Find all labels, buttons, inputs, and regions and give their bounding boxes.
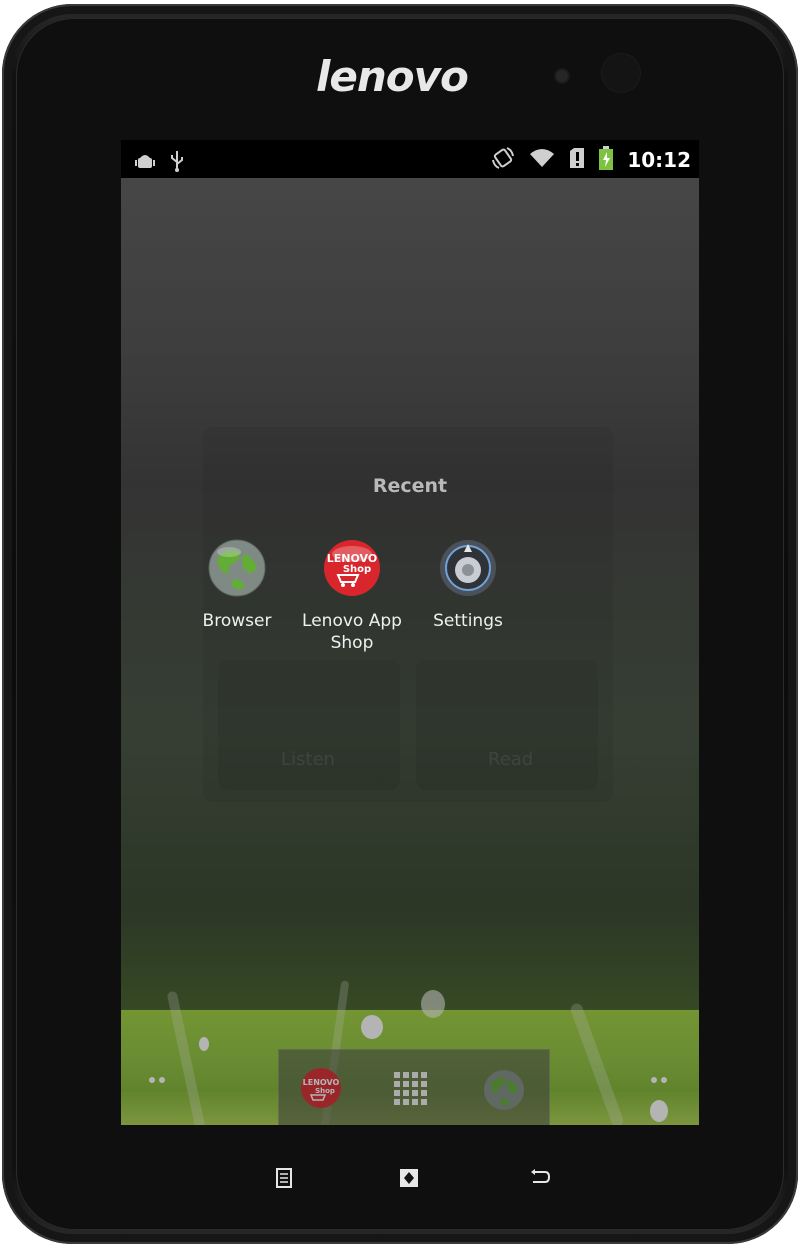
light-sensor bbox=[602, 54, 640, 92]
app-label-line1: Lenovo App bbox=[302, 611, 402, 631]
brand-logo: lenovo bbox=[316, 52, 469, 101]
settings-knob-icon bbox=[438, 538, 498, 598]
recent-app-browser[interactable]: Browser bbox=[177, 538, 297, 632]
sd-alert-icon bbox=[569, 147, 585, 173]
recent-title: Recent bbox=[372, 475, 448, 497]
back-icon[interactable] bbox=[529, 1168, 551, 1190]
status-bar: 10:12 bbox=[121, 140, 699, 178]
android-debug-icon bbox=[135, 152, 155, 174]
recent-app-settings[interactable]: Settings bbox=[408, 538, 528, 632]
screen: Listen Read LENOVO Shop Recent Browser L… bbox=[121, 140, 699, 1125]
menu-icon[interactable] bbox=[276, 1168, 292, 1192]
status-time: 10:12 bbox=[627, 148, 691, 172]
front-camera bbox=[556, 70, 568, 82]
recent-app-lenovo-shop[interactable]: LENOVO Shop Lenovo App Shop bbox=[292, 538, 412, 654]
lenovo-shop-icon: LENOVO Shop bbox=[322, 538, 382, 598]
wifi-icon bbox=[529, 147, 555, 173]
app-label-line2: Shop bbox=[330, 633, 374, 653]
svg-text:Shop: Shop bbox=[343, 564, 371, 575]
globe-icon bbox=[207, 538, 267, 598]
app-label: Settings bbox=[433, 611, 503, 631]
battery-charging-icon bbox=[599, 146, 614, 174]
home-icon[interactable] bbox=[399, 1168, 419, 1192]
usb-icon bbox=[169, 150, 185, 176]
rotation-lock-icon bbox=[491, 146, 515, 174]
app-label: Lenovo App Shop bbox=[292, 610, 412, 654]
app-label: Browser bbox=[202, 611, 272, 631]
